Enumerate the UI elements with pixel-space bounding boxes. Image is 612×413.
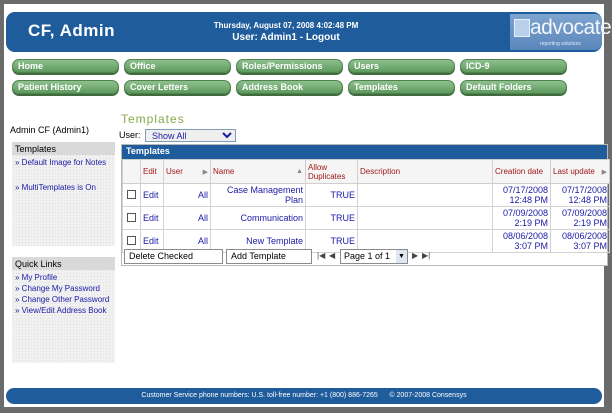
templates-panel: Templates » Default Image for Notes » Mu… <box>12 142 115 246</box>
cell-user: All <box>163 206 211 230</box>
nav-patient-history[interactable]: Patient History <box>12 80 119 94</box>
logo-subtext: reporting solutions <box>540 41 581 47</box>
nav-home[interactable]: Home <box>12 59 119 73</box>
row-checkbox[interactable] <box>127 235 136 245</box>
datetime: Thursday, August 07, 2008 4:02:48 PM <box>213 21 359 30</box>
sort-icon: ▶ <box>202 169 208 176</box>
view-edit-address-book-link[interactable]: » View/Edit Address Book <box>12 305 115 316</box>
header-row: Edit User ▶ Name ▲ Allow Duplicates Descri… <box>122 159 610 184</box>
row-checkbox[interactable] <box>127 189 136 199</box>
templates-panel-title: Templates <box>12 142 115 155</box>
column-header-name[interactable]: Name ▲ <box>210 159 306 184</box>
advocate-logo: advocate reporting solutions <box>510 14 612 50</box>
page: CF, Admin Thursday, August 07, 2008 4:02… <box>4 4 612 407</box>
row-checkbox-cell <box>122 206 141 230</box>
column-header-description[interactable]: Description <box>357 159 493 184</box>
nav-office[interactable]: Office <box>124 59 231 73</box>
column-header-creation-date[interactable]: Creation date <box>492 159 551 184</box>
logout-link[interactable]: Logout <box>306 32 340 43</box>
cell-creation-date: 07/09/2008 2:19 PM <box>492 206 551 230</box>
nav-cover-letters[interactable]: Cover Letters <box>124 80 231 94</box>
last-page-icon[interactable]: ▶| <box>422 251 430 260</box>
admin-name: Admin CF (Admin1) <box>10 125 90 135</box>
user-filter-select[interactable]: Show All <box>145 129 237 142</box>
multitemplates-link[interactable]: » MultiTemplates is On <box>12 182 115 193</box>
row-checkbox[interactable] <box>127 212 136 222</box>
column-header-name-label: Name <box>213 167 235 176</box>
nav-roles-permissions[interactable]: Roles/Permissions <box>236 59 343 73</box>
delete-checked-button[interactable]: Delete Checked <box>124 249 223 264</box>
column-header-last-update-label: Last update <box>553 167 595 176</box>
my-profile-link[interactable]: » My Profile <box>12 272 115 283</box>
nav-default-folders[interactable]: Default Folders <box>460 80 567 94</box>
cell-last-update: 07/17/2008 12:48 PM <box>550 183 610 207</box>
column-header-user-label: User <box>166 167 183 176</box>
quick-links-panel: Quick Links » My Profile » Change My Pas… <box>12 257 115 363</box>
row-checkbox-cell <box>122 183 141 207</box>
page-select[interactable]: Page 1 of 1 ▼ <box>340 249 408 264</box>
grid-title: Templates <box>122 145 607 159</box>
nav-users[interactable]: Users <box>348 59 455 73</box>
pager-bar: Delete Checked Add Template |◀ ◀ Page 1 … <box>122 249 607 265</box>
cell-name: Case Management Plan <box>210 183 306 207</box>
cell-name: Communication <box>210 206 306 230</box>
logo-text: advocate <box>530 16 612 39</box>
column-header-user[interactable]: User ▶ <box>163 159 211 184</box>
prev-page-icon[interactable]: ◀ <box>329 251 335 260</box>
quick-links-title: Quick Links <box>12 257 115 270</box>
user-label: User: Admin1 <box>232 32 297 43</box>
cell-description <box>357 206 493 230</box>
user-line: User: Admin1 - Logout <box>206 32 366 43</box>
footer-text: Customer Service phone numbers: U.S. tol… <box>141 392 467 399</box>
nav-icd9[interactable]: ICD-9 <box>460 59 567 73</box>
first-page-icon[interactable]: |◀ <box>317 251 325 260</box>
default-image-link[interactable]: » Default Image for Notes <box>12 157 115 168</box>
cell-description <box>357 183 493 207</box>
select-column-header <box>122 159 141 184</box>
edit-link[interactable]: Edit <box>140 206 164 230</box>
sort-ascending-icon: ▲ <box>296 168 303 175</box>
nav-templates[interactable]: Templates <box>348 80 455 94</box>
templates-grid: Templates Edit User ▶ Name ▲ Allow Duplica… <box>121 144 610 266</box>
user-filter-label: User: <box>119 129 141 140</box>
page-title: Templates <box>121 112 185 126</box>
change-my-password-link[interactable]: » Change My Password <box>12 283 115 294</box>
sort-icon: ▶ <box>601 169 607 176</box>
separator: - <box>296 32 306 43</box>
user-title: CF, Admin <box>28 21 115 40</box>
chevron-down-icon: ▼ <box>396 250 407 263</box>
cell-user: All <box>163 183 211 207</box>
next-page-icon[interactable]: ▶ <box>412 251 418 260</box>
cell-creation-date: 07/17/2008 12:48 PM <box>492 183 551 207</box>
table-row: Edit All Case Management Plan TRUE 07/17… <box>122 183 610 207</box>
add-template-button[interactable]: Add Template <box>226 249 312 264</box>
column-header-last-update[interactable]: Last update ▶ <box>550 159 610 184</box>
logo-mark-icon <box>514 19 530 37</box>
cell-allow-duplicates: TRUE <box>305 206 358 230</box>
header-bar: CF, Admin Thursday, August 07, 2008 4:02… <box>6 12 612 52</box>
table-row: Edit All Communication TRUE 07/09/2008 2… <box>122 206 610 230</box>
nav-address-book[interactable]: Address Book <box>236 80 343 94</box>
header-info: Thursday, August 07, 2008 4:02:48 PM Use… <box>206 21 366 43</box>
footer-bar: Customer Service phone numbers: U.S. tol… <box>6 388 602 404</box>
templates-table: Edit User ▶ Name ▲ Allow Duplicates Descri… <box>122 159 610 253</box>
change-other-password-link[interactable]: » Change Other Password <box>12 294 115 305</box>
page-select-label: Page 1 of 1 <box>344 251 391 261</box>
column-header-allow-duplicates[interactable]: Allow Duplicates <box>305 159 358 184</box>
edit-link[interactable]: Edit <box>140 183 164 207</box>
user-filter: User: Show All <box>119 129 237 142</box>
cell-allow-duplicates: TRUE <box>305 183 358 207</box>
column-header-edit: Edit <box>140 159 164 184</box>
cell-last-update: 07/09/2008 2:19 PM <box>550 206 610 230</box>
